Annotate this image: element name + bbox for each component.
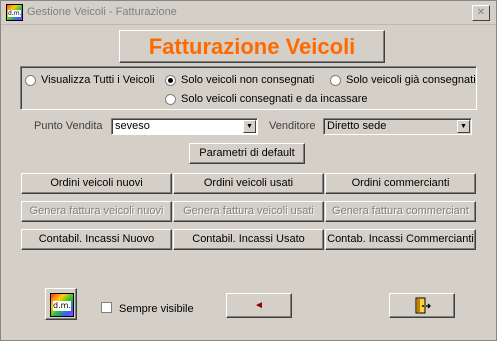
vehicle-filter-group: Visualizza Tutti i Veicoli Solo veicoli …: [20, 66, 477, 110]
chevron-down-icon[interactable]: ▼: [457, 120, 470, 133]
radio-not-delivered-label: Solo veicoli non consegnati: [181, 74, 315, 86]
radio-already-delivered[interactable]: Solo veicoli già consegnati: [330, 74, 476, 86]
invoice-dealers-button[interactable]: Genera fattura commerciant: [325, 201, 476, 222]
new-payments-accounting-button[interactable]: Contabil. Incassi Nuovo: [21, 229, 172, 250]
venditore-label: Venditore: [269, 120, 316, 132]
radio-all-vehicles-label: Visualizza Tutti i Veicoli: [41, 74, 155, 86]
dealer-orders-button[interactable]: Ordini commercianti: [325, 173, 476, 194]
chevron-down-icon[interactable]: ▼: [243, 120, 256, 133]
new-vehicle-orders-button[interactable]: Ordini veicoli nuovi: [21, 173, 172, 194]
radio-delivered-to-collect-dot[interactable]: [165, 93, 176, 105]
used-payments-accounting-button[interactable]: Contabil. Incassi Usato: [173, 229, 324, 250]
punto-vendita-value: seveso: [115, 120, 150, 132]
exit-door-icon: [415, 297, 431, 314]
radio-already-delivered-label: Solo veicoli già consegnati: [346, 74, 476, 86]
radio-delivered-to-collect[interactable]: Solo veicoli consegnati e da incassare: [165, 93, 368, 105]
back-arrow-icon: ◄: [254, 300, 264, 311]
dealer-payments-accounting-button[interactable]: Contab. Incassi Commercianti: [325, 229, 476, 250]
app-window: d.m. Gestione Veicoli - Fatturazione ✕ F…: [0, 0, 497, 341]
dm-logo-button[interactable]: d.m.: [45, 288, 77, 320]
app-logo-icon[interactable]: d.m.: [6, 4, 23, 21]
default-params-button[interactable]: Parametri di default: [189, 143, 305, 164]
title-bar: d.m. Gestione Veicoli - Fatturazione ✕: [1, 1, 496, 25]
exit-button[interactable]: [389, 293, 455, 318]
radio-already-delivered-dot[interactable]: [330, 74, 341, 86]
used-vehicle-orders-button[interactable]: Ordini veicoli usati: [173, 173, 324, 194]
close-button[interactable]: ✕: [472, 5, 490, 21]
radio-delivered-to-collect-label: Solo veicoli consegnati e da incassare: [181, 93, 368, 105]
punto-vendita-select[interactable]: seveso ▼: [111, 118, 258, 135]
venditore-value: Diretto sede: [327, 120, 387, 132]
invoice-used-vehicles-button[interactable]: Genera fattura veicoli usati: [173, 201, 324, 222]
sempre-visibile-label: Sempre visibile: [119, 303, 194, 315]
radio-all-vehicles-dot[interactable]: [25, 74, 36, 86]
dm-logo-icon: d.m.: [50, 293, 74, 317]
radio-all-vehicles[interactable]: Visualizza Tutti i Veicoli: [25, 74, 155, 86]
radio-not-delivered[interactable]: Solo veicoli non consegnati: [165, 74, 314, 86]
page-title: Fatturazione Veicoli: [119, 30, 385, 63]
radio-not-delivered-dot[interactable]: [165, 74, 176, 86]
back-button[interactable]: ◄: [226, 293, 292, 318]
dm-logo-text: d.m.: [53, 301, 71, 311]
venditore-select[interactable]: Diretto sede ▼: [323, 118, 472, 135]
app-logo-text: d.m.: [8, 10, 22, 17]
invoice-new-vehicles-button[interactable]: Genera fattura veicoli nuovi: [21, 201, 172, 222]
punto-vendita-label: Punto Vendita: [34, 120, 103, 132]
sempre-visibile-checkbox[interactable]: [101, 302, 112, 313]
window-title: Gestione Veicoli - Fatturazione: [27, 6, 177, 18]
